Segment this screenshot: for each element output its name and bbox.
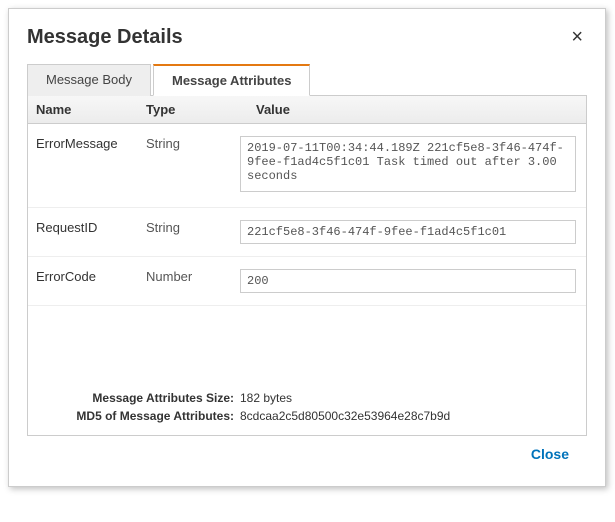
tab-message-body[interactable]: Message Body [27,64,151,96]
attr-name: RequestID [28,214,138,241]
tab-message-attributes[interactable]: Message Attributes [153,64,310,96]
table-header: Name Type Value [28,96,586,124]
info-block: Message Attributes Size: 182 bytes MD5 o… [28,383,586,435]
info-size: Message Attributes Size: 182 bytes [40,389,574,407]
dialog-footer: Close [27,436,587,476]
attr-value-input[interactable] [240,269,576,293]
attributes-panel: Name Type Value ErrorMessage String Requ… [27,96,587,436]
info-md5: MD5 of Message Attributes: 8cdcaa2c5d805… [40,407,574,425]
table-row: ErrorCode Number [28,257,586,306]
close-icon[interactable]: × [567,23,587,51]
attr-value-cell [228,214,586,250]
tab-bar: Message Body Message Attributes [27,63,587,96]
header-type: Type [138,96,228,123]
dialog-title: Message Details [27,26,183,49]
panel-spacer [28,306,586,383]
message-details-dialog: Message Details × Message Body Message A… [8,8,606,487]
info-md5-value: 8cdcaa2c5d80500c32e53964e28c7b9d [240,409,450,423]
attr-value-cell [228,263,586,299]
attr-type: String [138,214,228,241]
info-md5-label: MD5 of Message Attributes: [40,409,240,423]
dialog-header: Message Details × [9,9,605,57]
dialog-body: Message Body Message Attributes Name Typ… [9,57,605,486]
header-name: Name [28,96,138,123]
table-row: RequestID String [28,208,586,257]
info-size-value: 182 bytes [240,391,292,405]
attr-name: ErrorCode [28,263,138,290]
attr-name: ErrorMessage [28,130,138,157]
header-value: Value [228,96,586,123]
attr-type: String [138,130,228,157]
attr-type: Number [138,263,228,290]
attr-value-input[interactable] [240,136,576,192]
close-button[interactable]: Close [531,446,569,462]
attr-value-input[interactable] [240,220,576,244]
table-row: ErrorMessage String [28,124,586,208]
info-size-label: Message Attributes Size: [40,391,240,405]
attr-value-cell [228,130,586,201]
